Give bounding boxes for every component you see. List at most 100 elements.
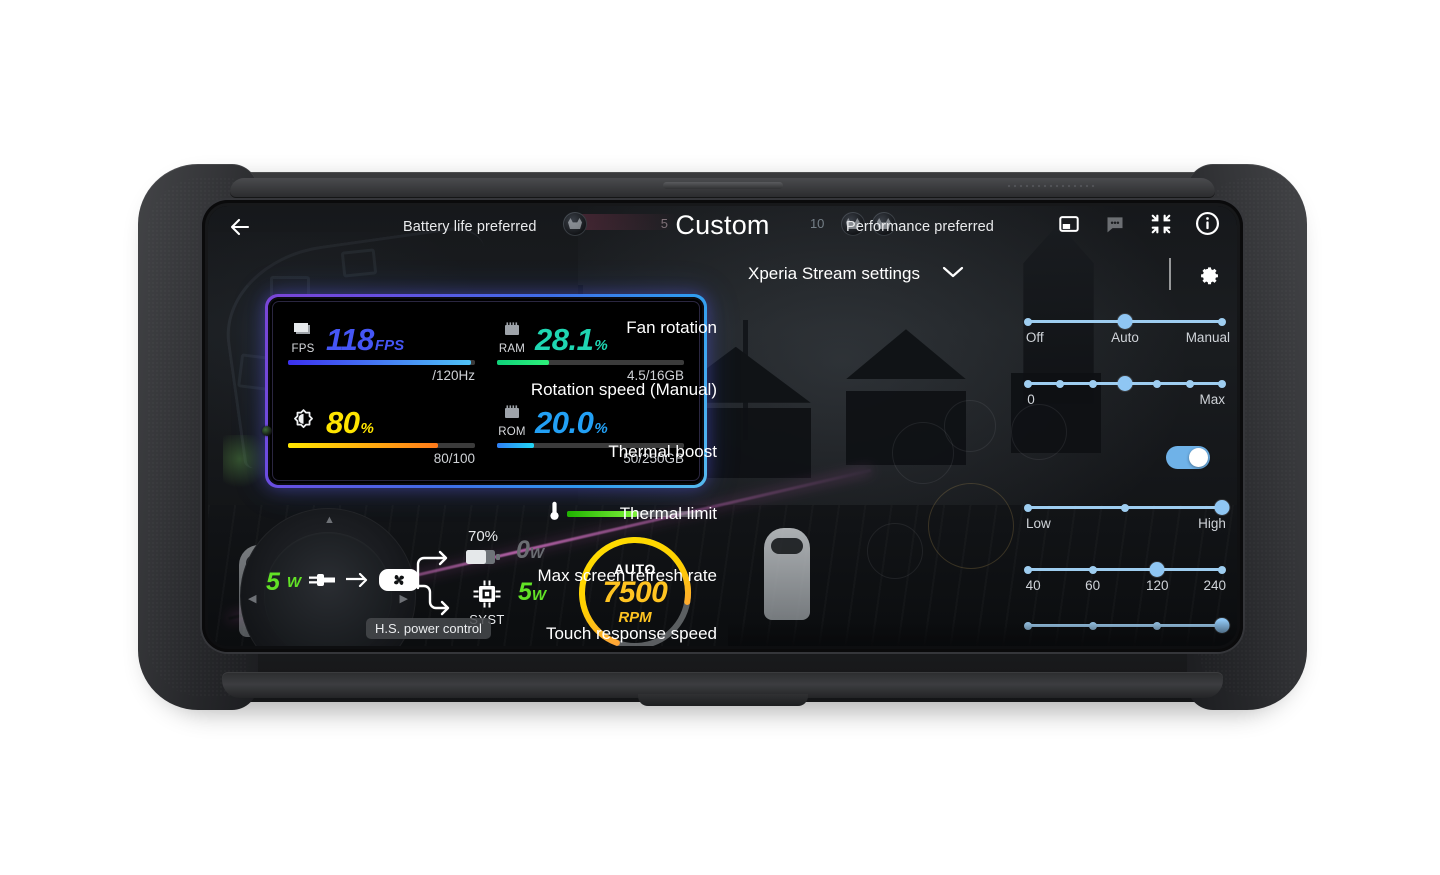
picture-in-picture-button[interactable] — [1055, 212, 1083, 240]
branch-arrows-icon — [406, 542, 462, 625]
arrow-left-icon — [228, 215, 252, 244]
slider-tick-label: Low — [1026, 516, 1051, 531]
top-bar-icons — [1055, 211, 1221, 241]
gear-icon — [1195, 260, 1221, 291]
stat-cell-brightness: 80% 80/100 — [288, 394, 475, 473]
setting-label: Rotation speed (Manual) — [530, 380, 717, 399]
page-title: Custom — [675, 210, 770, 240]
setting-row-refresh-rate: Max screen refresh rate 40 60 120 240 — [537, 552, 1237, 614]
memory-chip-icon — [502, 322, 522, 342]
power-input-unit: W — [286, 574, 302, 591]
thermometer-icon — [548, 500, 561, 527]
frames-icon-group: FPS — [288, 321, 318, 355]
collapse-icon — [1150, 213, 1172, 240]
setting-label: Thermal boost — [608, 442, 717, 461]
slider-tick-label: Off — [1025, 330, 1044, 345]
stat-bar — [288, 360, 475, 365]
slider-tick-label: 0 — [1027, 392, 1035, 407]
brightness-icon — [291, 408, 316, 438]
rotation-speed-slider[interactable]: 0 Max — [1024, 376, 1226, 410]
slider-tick-label: 240 — [1203, 578, 1227, 593]
setting-row-thermal-limit: Thermal limit Low High — [620, 490, 1237, 552]
xperia-stream-settings-panel: Xperia Stream settings Fan rotation Off … — [531, 258, 1237, 646]
thermal-boost-toggle[interactable] — [1166, 446, 1210, 469]
stat-value: 28.1 — [535, 322, 594, 357]
chat-bubble-icon — [1105, 214, 1125, 239]
arrow-right-icon — [344, 572, 370, 592]
slider-tick-label: High — [1198, 516, 1226, 531]
stat-sub: 80/100 — [433, 451, 475, 466]
stat-icon-label: ROM — [498, 426, 526, 438]
device-speaker-grille — [1007, 184, 1095, 189]
chevron-down-icon[interactable] — [942, 265, 964, 284]
slider-tick-label: 60 — [1085, 578, 1101, 593]
device-top-strip — [230, 178, 1215, 198]
memory-icon-group: RAM — [497, 322, 527, 355]
battery-readout: 70% — [466, 528, 500, 571]
refresh-rate-slider[interactable]: 40 60 120 240 — [1024, 562, 1226, 596]
cpu-chip-icon — [473, 580, 501, 612]
front-camera-icon — [262, 426, 272, 436]
thermal-limit-slider[interactable]: Low High — [1024, 500, 1230, 534]
setting-label: Touch response speed — [545, 624, 717, 643]
slider-tick-label: Manual — [1185, 330, 1230, 345]
stat-unit: % — [594, 337, 608, 354]
frames-icon — [292, 321, 314, 342]
stat-unit: % — [360, 420, 374, 437]
setting-label: Fan rotation — [626, 318, 717, 337]
top-bar: Battery life preferred Custom Performanc… — [208, 206, 1237, 252]
touch-response-slider[interactable] — [1024, 618, 1230, 633]
slider-tick-label: 120 — [1145, 578, 1169, 593]
setting-row-fan-rotation: Fan rotation Off Auto Manual — [626, 304, 1237, 366]
setting-label: Max screen refresh rate — [537, 566, 717, 585]
battery-watts-readout: 0W — [516, 536, 544, 565]
setting-row-touch-response: Touch response speed — [546, 614, 1237, 646]
hs-power-control-chip[interactable]: H.S. power control — [366, 618, 491, 639]
device-bottom-tab — [637, 694, 808, 706]
stat-cell-fps: FPS 118FPS /120Hz — [288, 311, 475, 390]
screenshot-root: 5 10 Battery life preferred Custom Perfo… — [0, 0, 1440, 875]
power-plug-icon — [309, 570, 339, 595]
brightness-icon-group — [288, 408, 318, 438]
system-watts-unit: W — [531, 587, 547, 604]
device-screen: 5 10 Battery life preferred Custom Perfo… — [208, 206, 1237, 646]
stat-bar — [288, 443, 475, 448]
setting-row-rotation-speed: Rotation speed (Manual) 0 Max — [531, 366, 1237, 428]
info-button[interactable] — [1193, 211, 1221, 241]
back-button[interactable] — [226, 215, 254, 243]
mode-performance-label[interactable]: Performance preferred — [846, 219, 994, 235]
battery-watts: 0 — [516, 536, 530, 564]
stat-icon-label: FPS — [291, 343, 315, 355]
game-enhancer-overlay: Battery life preferred Custom Performanc… — [208, 206, 1237, 646]
info-icon — [1195, 211, 1220, 241]
toggle-knob — [1189, 448, 1208, 467]
chat-button[interactable] — [1101, 212, 1129, 240]
settings-gear-button[interactable] — [1193, 260, 1223, 290]
battery-percent: 70% — [467, 528, 499, 545]
power-input-watts: 5 — [266, 568, 280, 596]
battery-icon — [466, 548, 500, 571]
device-bottom-strip — [222, 672, 1223, 706]
storage-chip-icon — [502, 405, 522, 425]
stat-bar — [497, 360, 684, 365]
fan-rotation-slider[interactable]: Off Auto Manual — [1024, 314, 1230, 348]
stat-unit: % — [594, 420, 608, 437]
picture-in-picture-icon — [1058, 213, 1080, 240]
collapse-button[interactable] — [1147, 212, 1175, 240]
header-divider — [1169, 258, 1171, 290]
slider-tick-label: 40 — [1025, 578, 1041, 593]
system-watts: 5 — [518, 578, 532, 606]
stat-value: 20.0 — [535, 405, 594, 440]
stat-unit: FPS — [374, 337, 405, 354]
mode-battery-label[interactable]: Battery life preferred — [403, 219, 537, 235]
gauge-rpm-unit: RPM — [618, 608, 652, 626]
storage-icon-group: ROM — [497, 405, 527, 438]
settings-header[interactable]: Xperia Stream settings — [748, 264, 964, 284]
slider-tick-label: Max — [1199, 392, 1226, 407]
device-notch — [662, 182, 783, 189]
stat-value: 118 — [326, 322, 374, 357]
settings-header-label: Xperia Stream settings — [748, 264, 920, 283]
slider-tick-label: Auto — [1111, 330, 1139, 345]
setting-row-thermal-boost: Thermal boost — [608, 428, 1237, 490]
battery-watts-unit: W — [529, 545, 545, 562]
